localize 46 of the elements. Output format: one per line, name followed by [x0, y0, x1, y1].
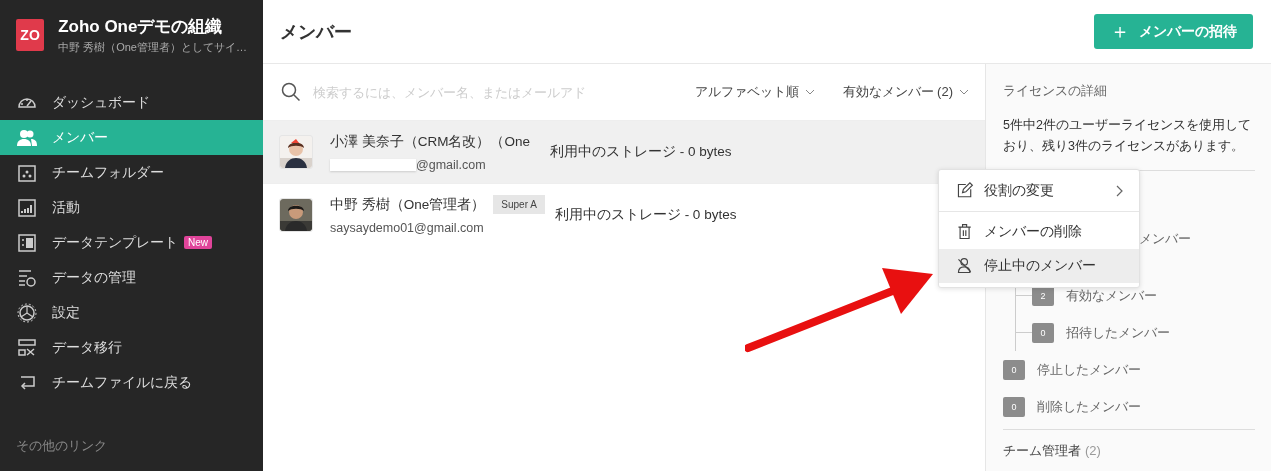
member-category[interactable]: メンバー	[1139, 230, 1191, 248]
member-email: @gmail.com	[416, 157, 486, 172]
storage-usage: 利用中のストレージ - 0 bytes	[554, 206, 737, 224]
nav-item[interactable]: チームフォルダー	[0, 155, 263, 190]
nav-item[interactable]: チームファイルに戻る	[0, 365, 263, 400]
member-category[interactable]: 有効なメンバー	[1066, 286, 1157, 305]
role-badge: Super A	[493, 195, 545, 214]
license-title: ライセンスの詳細	[1003, 82, 1108, 100]
page-title: メンバー	[280, 20, 353, 44]
admins-heading: チーム管理者	[1003, 443, 1081, 458]
count-badge: 0	[1003, 359, 1025, 380]
member-category[interactable]: 招待したメンバー	[1066, 323, 1170, 342]
member-name: 中野 秀樹（One管理者）	[330, 195, 486, 214]
org-logo: ZO	[16, 19, 45, 51]
menu-item[interactable]: 停止中のメンバー	[939, 249, 1139, 283]
migration-icon	[16, 336, 38, 359]
storage-usage: 利用中のストレージ - 0 bytes	[550, 143, 732, 161]
chevron-down-icon	[804, 89, 815, 95]
admins-count: (2)	[1085, 443, 1101, 458]
template-icon	[16, 231, 38, 254]
nav-item[interactable]: 設定	[0, 295, 263, 330]
chart-icon	[16, 196, 38, 219]
member-email: saysaydemo01@gmail.com	[330, 221, 484, 235]
member-name: 小澤 美奈子（CRM名改）（One	[330, 132, 530, 151]
count-badge: 0	[1032, 322, 1054, 343]
member-category[interactable]: 停止したメンバー	[1037, 360, 1141, 379]
sort-dropdown[interactable]: アルファベット順	[694, 83, 815, 101]
filter-dropdown[interactable]: 有効なメンバー (2)	[842, 83, 969, 101]
settings-icon	[16, 301, 38, 324]
nav-item[interactable]: データテンプレート New	[0, 225, 263, 260]
search-icon	[281, 82, 301, 102]
new-badge: New	[184, 236, 212, 249]
nav-item[interactable]: データの管理	[0, 260, 263, 295]
org-subtitle: 中野 秀樹（One管理者）としてサイ…	[58, 40, 247, 55]
other-links-heading: その他のリンク	[15, 437, 108, 455]
member-row[interactable]: 小澤 美奈子（CRM名改）（One @gmail.com 利用中のストレージ - 0 bytes	[263, 120, 985, 183]
count-badge: 0	[1003, 396, 1025, 417]
org-name: Zoho Oneデモの組織	[58, 16, 224, 38]
nav-item[interactable]: データ移行	[0, 330, 263, 365]
edit-icon	[956, 182, 974, 200]
member-category[interactable]: 削除したメンバー	[1037, 397, 1141, 416]
nav-item[interactable]: 活動	[0, 190, 263, 225]
nav-item[interactable]: ダッシュボード	[0, 85, 263, 120]
person-icon	[956, 257, 974, 275]
trash-icon	[956, 223, 974, 241]
chevron-down-icon	[959, 89, 969, 95]
